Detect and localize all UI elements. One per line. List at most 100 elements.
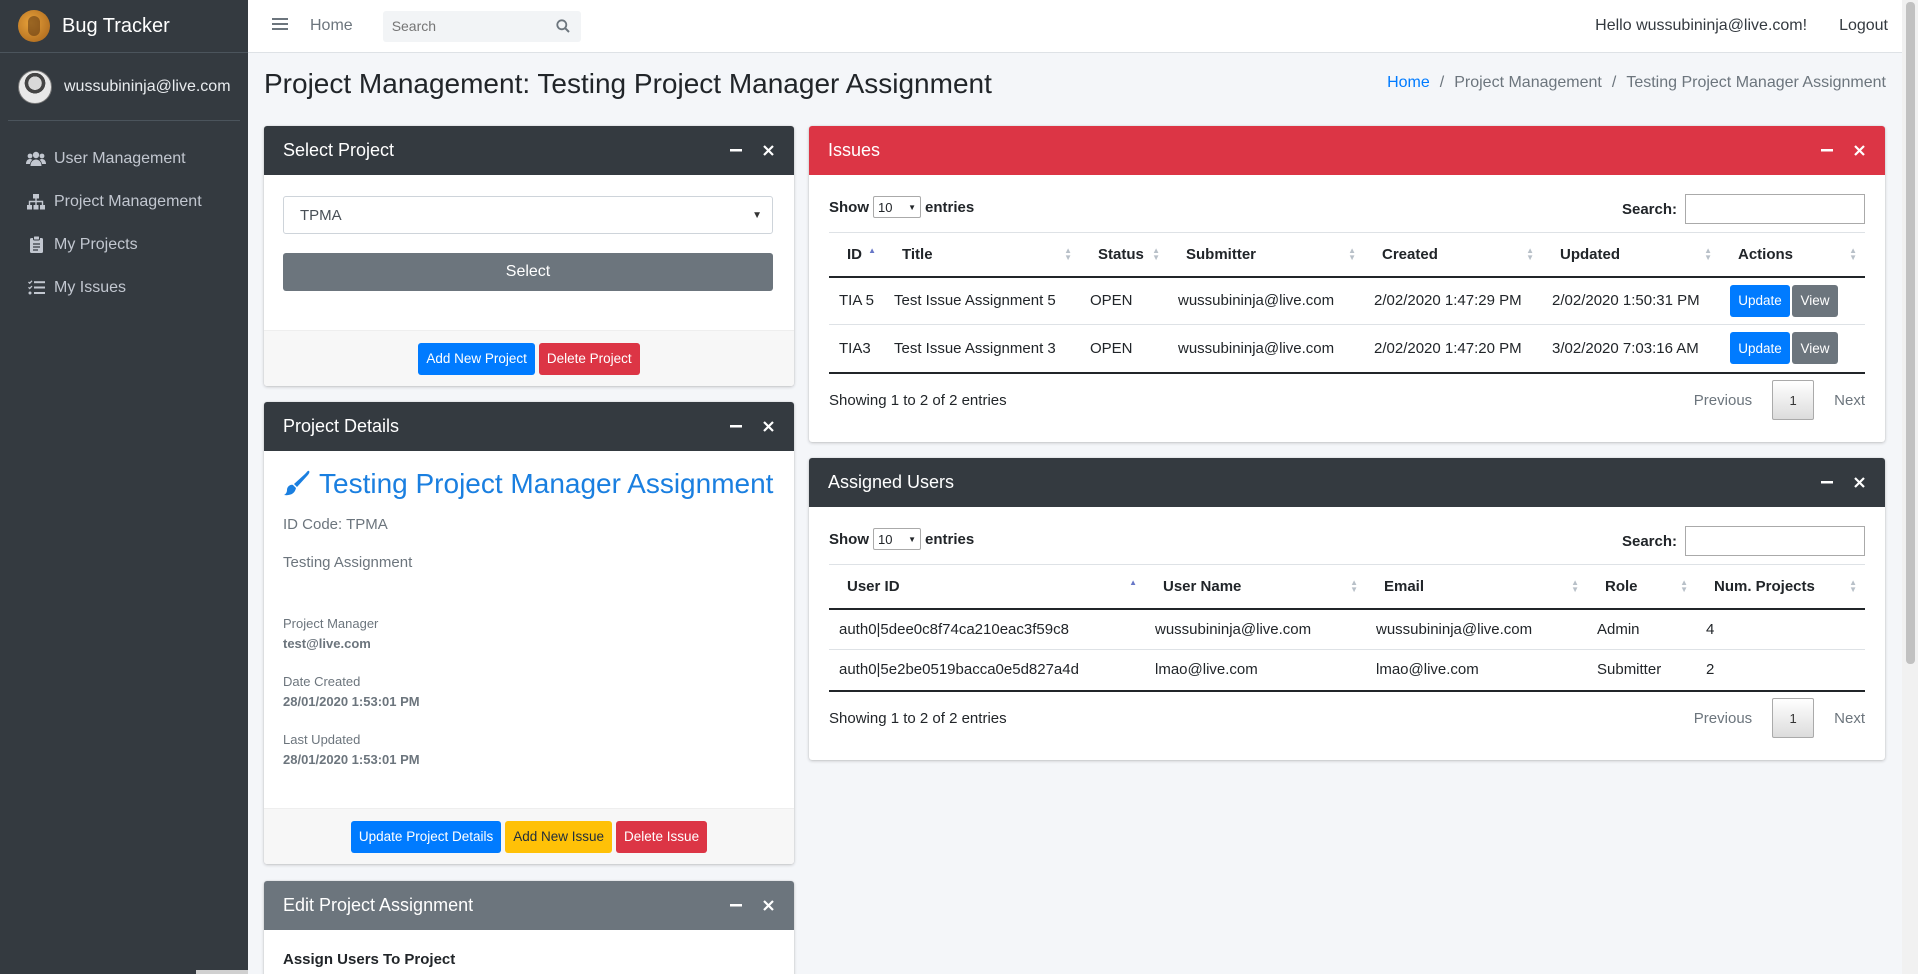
view-issue-button[interactable]: View bbox=[1792, 284, 1838, 317]
page-button-1[interactable]: 1 bbox=[1772, 698, 1815, 738]
add-new-project-button[interactable]: Add New Project bbox=[418, 342, 535, 375]
dropdown-caret-icon: ▼ bbox=[908, 202, 916, 212]
logout-link[interactable]: Logout bbox=[1839, 17, 1888, 35]
collapse-icon[interactable] bbox=[1820, 476, 1834, 490]
sort-icon: ▲ ▼ bbox=[1680, 578, 1688, 594]
next-page-button[interactable]: Next bbox=[1834, 710, 1865, 727]
card-header: Select Project bbox=[264, 126, 794, 175]
collapse-icon[interactable] bbox=[729, 420, 743, 434]
column-header-title[interactable]: Title ▲ ▼ bbox=[884, 232, 1080, 278]
table-row: TIA 5 Test Issue Assignment 5 OPEN wussu… bbox=[829, 276, 1865, 325]
column-header-user-id[interactable]: User ID ▲ bbox=[829, 564, 1145, 610]
column-header-num-projects[interactable]: Num. Projects ▲ ▼ bbox=[1696, 564, 1865, 610]
show-label: Show bbox=[829, 530, 869, 548]
page-button-1[interactable]: 1 bbox=[1772, 380, 1815, 420]
table-info: Showing 1 to 2 of 2 entries bbox=[829, 710, 1007, 727]
sort-icon: ▲ ▼ bbox=[1571, 578, 1579, 594]
update-issue-button[interactable]: Update bbox=[1730, 284, 1790, 317]
collapse-icon[interactable] bbox=[729, 899, 743, 913]
view-issue-button[interactable]: View bbox=[1792, 332, 1838, 365]
entries-select[interactable]: 10 ▼ bbox=[873, 196, 921, 218]
close-icon[interactable] bbox=[1852, 476, 1866, 490]
column-header-status[interactable]: Status ▲ ▼ bbox=[1080, 232, 1168, 278]
column-header-user-name[interactable]: User Name ▲ ▼ bbox=[1145, 564, 1366, 610]
select-button[interactable]: Select bbox=[283, 253, 773, 291]
project-select[interactable]: TPMA ▼ bbox=[283, 196, 773, 234]
sidebar-nav: User Management Project Management My Pr… bbox=[0, 137, 248, 309]
avatar bbox=[18, 69, 52, 104]
show-label: Show bbox=[829, 198, 869, 216]
column-header-email[interactable]: Email ▲ ▼ bbox=[1366, 564, 1587, 610]
column-header-updated[interactable]: Updated ▲ ▼ bbox=[1542, 232, 1720, 278]
close-icon[interactable] bbox=[761, 899, 775, 913]
collapse-icon[interactable] bbox=[1820, 144, 1834, 158]
issues-search-input[interactable] bbox=[1685, 194, 1865, 224]
sidebar-item-user-management[interactable]: User Management bbox=[0, 137, 248, 180]
sort-icon: ▲ ▼ bbox=[1064, 246, 1072, 262]
users-search-input[interactable] bbox=[1685, 526, 1865, 556]
assign-users-heading: Assign Users To Project bbox=[283, 951, 456, 968]
horizontal-scrollbar[interactable] bbox=[196, 970, 248, 974]
close-icon[interactable] bbox=[1852, 144, 1866, 158]
project-select-value: TPMA bbox=[300, 206, 342, 224]
sidebar-item-label: My Projects bbox=[54, 235, 138, 253]
sidebar-item-my-projects[interactable]: My Projects bbox=[0, 223, 248, 266]
column-header-label: Updated bbox=[1560, 245, 1620, 263]
entries-select[interactable]: 10 ▼ bbox=[873, 528, 921, 550]
update-issue-button[interactable]: Update bbox=[1730, 332, 1790, 365]
card-header: Project Details bbox=[264, 402, 794, 451]
cell-user-name: wussubininja@live.com bbox=[1145, 608, 1366, 650]
dropdown-caret-icon: ▼ bbox=[752, 209, 762, 221]
delete-project-button[interactable]: Delete Project bbox=[538, 342, 640, 375]
column-header-id[interactable]: ID ▲ bbox=[829, 232, 884, 278]
table-header-row: ID ▲ Title ▲ ▼ Status ▲ ▼ Submitter ▲ ▼ Created… bbox=[829, 232, 1865, 278]
previous-page-button[interactable]: Previous bbox=[1694, 392, 1752, 409]
cell-submitter: wussubininja@live.com bbox=[1168, 324, 1364, 374]
last-updated-value: 28/01/2020 1:53:01 PM bbox=[283, 752, 420, 767]
issues-table: ID ▲ Title ▲ ▼ Status ▲ ▼ Submitter ▲ ▼ Created… bbox=[829, 232, 1865, 374]
user-panel[interactable]: wussubininja@live.com bbox=[8, 53, 240, 121]
column-header-actions[interactable]: Actions ▲ ▼ bbox=[1720, 232, 1865, 278]
project-manager-label: Project Manager bbox=[283, 616, 379, 631]
brand-link[interactable]: Bug Tracker bbox=[0, 0, 248, 53]
column-header-submitter[interactable]: Submitter ▲ ▼ bbox=[1168, 232, 1364, 278]
column-header-label: Title bbox=[902, 245, 933, 263]
entries-length-control: Show 10 ▼ entries bbox=[829, 196, 974, 218]
delete-issue-button[interactable]: Delete Issue bbox=[616, 820, 708, 853]
cell-created: 2/02/2020 1:47:29 PM bbox=[1364, 276, 1542, 325]
issues-card: Issues Show 10 ▼ entries Search: ID ▲ Titl… bbox=[809, 126, 1885, 442]
sidebar-item-project-management[interactable]: Project Management bbox=[0, 180, 248, 223]
sort-icon: ▲ ▼ bbox=[1350, 578, 1358, 594]
close-icon[interactable] bbox=[761, 420, 775, 434]
date-created-label: Date Created bbox=[283, 674, 361, 689]
next-page-button[interactable]: Next bbox=[1834, 392, 1865, 409]
cell-updated: 3/02/2020 7:03:16 AM bbox=[1542, 324, 1720, 374]
search-input[interactable] bbox=[382, 18, 548, 34]
breadcrumb: Home / Project Management / Testing Proj… bbox=[1387, 74, 1886, 92]
add-new-issue-button[interactable]: Add New Issue bbox=[505, 820, 613, 853]
table-row: auth0|5dee0c8f74ca210eac3f59c8 wussubini… bbox=[829, 608, 1865, 650]
scrollbar-thumb[interactable] bbox=[1906, 2, 1915, 664]
column-header-label: Submitter bbox=[1186, 245, 1257, 263]
entries-select-value: 10 bbox=[878, 531, 893, 547]
column-header-created[interactable]: Created ▲ ▼ bbox=[1364, 232, 1542, 278]
sort-icon: ▲ ▼ bbox=[1849, 246, 1857, 262]
previous-page-button[interactable]: Previous bbox=[1694, 710, 1752, 727]
search-icon[interactable] bbox=[548, 19, 578, 33]
menu-toggle-icon[interactable] bbox=[272, 17, 290, 35]
page-title: Project Management: Testing Project Mana… bbox=[264, 68, 992, 99]
table-search: Search: bbox=[1622, 194, 1865, 224]
column-header-role[interactable]: Role ▲ ▼ bbox=[1587, 564, 1696, 610]
page-scrollbar[interactable] bbox=[1902, 0, 1918, 974]
users-icon bbox=[24, 151, 48, 167]
card-header: Assigned Users bbox=[809, 458, 1885, 507]
close-icon[interactable] bbox=[761, 144, 775, 158]
cell-id: TIA3 bbox=[829, 324, 884, 374]
update-project-details-button[interactable]: Update Project Details bbox=[350, 820, 502, 853]
top-home-link[interactable]: Home bbox=[310, 17, 353, 35]
breadcrumb-home[interactable]: Home bbox=[1387, 74, 1430, 92]
sidebar-item-my-issues[interactable]: My Issues bbox=[0, 266, 248, 309]
top-right: Hello wussubininja@live.com! Logout bbox=[1595, 17, 1888, 35]
cell-role: Admin bbox=[1587, 608, 1696, 650]
collapse-icon[interactable] bbox=[729, 144, 743, 158]
